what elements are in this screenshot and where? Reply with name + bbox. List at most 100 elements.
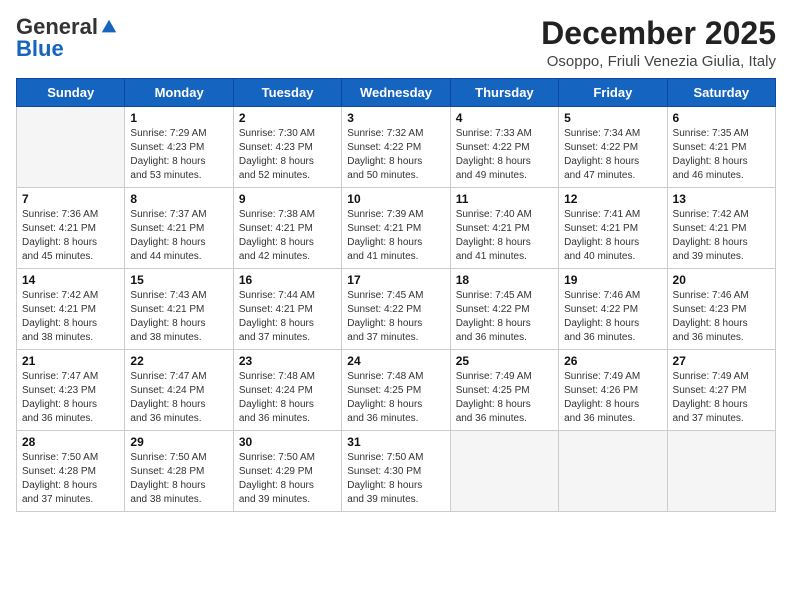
calendar-cell: 3 Sunrise: 7:32 AMSunset: 4:22 PMDaylight… [342,107,450,188]
day-number: 29 [130,435,227,449]
logo-blue-text: Blue [16,38,64,60]
day-info: Sunrise: 7:47 AMSunset: 4:23 PMDaylight:… [22,370,119,426]
day-number: 7 [22,192,119,206]
day-number: 15 [130,273,227,287]
calendar-cell: 30Sunrise: 7:50 AMSunset: 4:29 PMDayligh… [233,431,341,512]
day-number: 24 [347,354,444,368]
day-info: Sunrise: 7:49 AMSunset: 4:27 PMDaylight:… [673,370,770,426]
calendar-cell: 31Sunrise: 7:50 AMSunset: 4:30 PMDayligh… [342,431,450,512]
day-number: 26 [564,354,661,368]
day-info: Sunrise: 7:34 AMSunset: 4:22 PMDaylight:… [564,127,661,183]
calendar-day-header: Wednesday [342,79,450,107]
logo-icon [100,18,118,36]
title-block: December 2025 Osoppo, Friuli Venezia Giu… [541,16,776,70]
day-info: Sunrise: 7:50 AMSunset: 4:29 PMDaylight:… [239,451,336,507]
day-info: Sunrise: 7:38 AMSunset: 4:21 PMDaylight:… [239,208,336,264]
calendar-day-header: Thursday [450,79,558,107]
day-number: 22 [130,354,227,368]
calendar-week-row: 14 Sunrise: 7:42 AMSunset: 4:21 PMDayligh… [17,269,776,350]
calendar-cell: 8Sunrise: 7:37 AMSunset: 4:21 PMDaylight… [125,188,233,269]
day-info: Sunrise: 7:48 AMSunset: 4:25 PMDaylight:… [347,370,444,426]
day-number: 12 [564,192,661,206]
logo: General Blue [16,16,118,60]
calendar-cell: 20 Sunrise: 7:46 AMSunset: 4:23 PMDayligh… [667,269,775,350]
calendar-cell: 26 Sunrise: 7:49 AMSunset: 4:26 PMDayligh… [559,350,667,431]
calendar-cell: 24 Sunrise: 7:48 AMSunset: 4:25 PMDayligh… [342,350,450,431]
calendar-cell: 11 Sunrise: 7:40 AMSunset: 4:21 PMDayligh… [450,188,558,269]
day-number: 9 [239,192,336,206]
day-number: 25 [456,354,553,368]
calendar-cell: 13Sunrise: 7:42 AMSunset: 4:21 PMDayligh… [667,188,775,269]
calendar-cell [450,431,558,512]
day-number: 11 [456,192,553,206]
day-info: Sunrise: 7:43 AMSunset: 4:21 PMDaylight:… [130,289,227,345]
day-info: Sunrise: 7:37 AMSunset: 4:21 PMDaylight:… [130,208,227,264]
calendar-cell: 2Sunrise: 7:30 AMSunset: 4:23 PMDaylight… [233,107,341,188]
day-number: 2 [239,111,336,125]
day-number: 18 [456,273,553,287]
calendar-week-row: 1 Sunrise: 7:29 AMSunset: 4:23 PMDaylight… [17,107,776,188]
calendar-week-row: 28Sunrise: 7:50 AMSunset: 4:28 PMDayligh… [17,431,776,512]
day-info: Sunrise: 7:50 AMSunset: 4:30 PMDaylight:… [347,451,444,507]
day-number: 3 [347,111,444,125]
page-header: General Blue December 2025 Osoppo, Friul… [16,16,776,70]
calendar-day-header: Saturday [667,79,775,107]
day-info: Sunrise: 7:33 AMSunset: 4:22 PMDaylight:… [456,127,553,183]
day-number: 1 [130,111,227,125]
calendar-cell: 18 Sunrise: 7:45 AMSunset: 4:22 PMDayligh… [450,269,558,350]
calendar-week-row: 7Sunrise: 7:36 AMSunset: 4:21 PMDaylight… [17,188,776,269]
calendar-cell: 14 Sunrise: 7:42 AMSunset: 4:21 PMDayligh… [17,269,125,350]
calendar-cell: 22 Sunrise: 7:47 AMSunset: 4:24 PMDayligh… [125,350,233,431]
day-number: 17 [347,273,444,287]
day-info: Sunrise: 7:44 AMSunset: 4:21 PMDaylight:… [239,289,336,345]
day-number: 27 [673,354,770,368]
calendar-cell: 1 Sunrise: 7:29 AMSunset: 4:23 PMDaylight… [125,107,233,188]
day-number: 16 [239,273,336,287]
calendar-day-header: Sunday [17,79,125,107]
day-info: Sunrise: 7:47 AMSunset: 4:24 PMDaylight:… [130,370,227,426]
day-number: 19 [564,273,661,287]
day-number: 23 [239,354,336,368]
calendar-cell: 9 Sunrise: 7:38 AMSunset: 4:21 PMDaylight… [233,188,341,269]
calendar-cell [667,431,775,512]
day-info: Sunrise: 7:40 AMSunset: 4:21 PMDaylight:… [456,208,553,264]
calendar-cell: 25 Sunrise: 7:49 AMSunset: 4:25 PMDayligh… [450,350,558,431]
day-info: Sunrise: 7:45 AMSunset: 4:22 PMDaylight:… [456,289,553,345]
calendar-cell: 10Sunrise: 7:39 AMSunset: 4:21 PMDayligh… [342,188,450,269]
calendar-cell: 5 Sunrise: 7:34 AMSunset: 4:22 PMDaylight… [559,107,667,188]
day-info: Sunrise: 7:41 AMSunset: 4:21 PMDaylight:… [564,208,661,264]
calendar-cell: 23 Sunrise: 7:48 AMSunset: 4:24 PMDayligh… [233,350,341,431]
day-info: Sunrise: 7:32 AMSunset: 4:22 PMDaylight:… [347,127,444,183]
calendar-cell: 15 Sunrise: 7:43 AMSunset: 4:21 PMDayligh… [125,269,233,350]
day-info: Sunrise: 7:39 AMSunset: 4:21 PMDaylight:… [347,208,444,264]
calendar-cell [17,107,125,188]
calendar-cell: 21Sunrise: 7:47 AMSunset: 4:23 PMDayligh… [17,350,125,431]
calendar-table: SundayMondayTuesdayWednesdayThursdayFrid… [16,78,776,512]
calendar-cell: 4Sunrise: 7:33 AMSunset: 4:22 PMDaylight… [450,107,558,188]
day-info: Sunrise: 7:50 AMSunset: 4:28 PMDaylight:… [22,451,119,507]
day-info: Sunrise: 7:46 AMSunset: 4:22 PMDaylight:… [564,289,661,345]
calendar-day-header: Friday [559,79,667,107]
day-info: Sunrise: 7:42 AMSunset: 4:21 PMDaylight:… [22,289,119,345]
day-number: 5 [564,111,661,125]
day-number: 13 [673,192,770,206]
day-info: Sunrise: 7:48 AMSunset: 4:24 PMDaylight:… [239,370,336,426]
calendar-cell: 19 Sunrise: 7:46 AMSunset: 4:22 PMDayligh… [559,269,667,350]
main-title: December 2025 [541,16,776,51]
day-info: Sunrise: 7:45 AMSunset: 4:22 PMDaylight:… [347,289,444,345]
calendar-day-header: Tuesday [233,79,341,107]
day-info: Sunrise: 7:29 AMSunset: 4:23 PMDaylight:… [130,127,227,183]
calendar-cell: 7Sunrise: 7:36 AMSunset: 4:21 PMDaylight… [17,188,125,269]
calendar-cell: 28Sunrise: 7:50 AMSunset: 4:28 PMDayligh… [17,431,125,512]
calendar-week-row: 21Sunrise: 7:47 AMSunset: 4:23 PMDayligh… [17,350,776,431]
day-info: Sunrise: 7:49 AMSunset: 4:25 PMDaylight:… [456,370,553,426]
day-info: Sunrise: 7:49 AMSunset: 4:26 PMDaylight:… [564,370,661,426]
calendar-cell [559,431,667,512]
day-number: 20 [673,273,770,287]
logo-general-text: General [16,16,98,38]
day-number: 14 [22,273,119,287]
calendar-cell: 12 Sunrise: 7:41 AMSunset: 4:21 PMDayligh… [559,188,667,269]
calendar-cell: 29 Sunrise: 7:50 AMSunset: 4:28 PMDayligh… [125,431,233,512]
day-info: Sunrise: 7:50 AMSunset: 4:28 PMDaylight:… [130,451,227,507]
day-info: Sunrise: 7:46 AMSunset: 4:23 PMDaylight:… [673,289,770,345]
